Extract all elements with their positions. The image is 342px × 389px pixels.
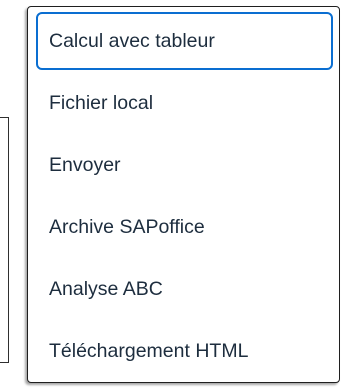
menu-item-label: Archive SAPoffice: [49, 215, 205, 238]
menu-item-label: Fichier local: [49, 91, 154, 114]
menu-item-label: Analyse ABC: [49, 277, 163, 300]
menu-item-local-file[interactable]: Fichier local: [36, 73, 333, 133]
menu-item-abc-analysis[interactable]: Analyse ABC: [36, 259, 333, 319]
menu-item-sapoffice-archive[interactable]: Archive SAPoffice: [36, 197, 333, 257]
screen: Calcul avec tableur Fichier local Envoye…: [0, 0, 342, 389]
menu-item-spreadsheet[interactable]: Calcul avec tableur: [36, 12, 333, 70]
menu-item-label: Calcul avec tableur: [49, 29, 215, 52]
menu-item-label: Téléchargement HTML: [49, 339, 249, 362]
menu-item-send[interactable]: Envoyer: [36, 135, 333, 195]
menu-item-html-download[interactable]: Téléchargement HTML: [36, 321, 333, 381]
background-panel-edge: [0, 117, 9, 363]
menu-item-label: Envoyer: [49, 153, 121, 176]
export-dropdown-menu: Calcul avec tableur Fichier local Envoye…: [27, 6, 340, 383]
